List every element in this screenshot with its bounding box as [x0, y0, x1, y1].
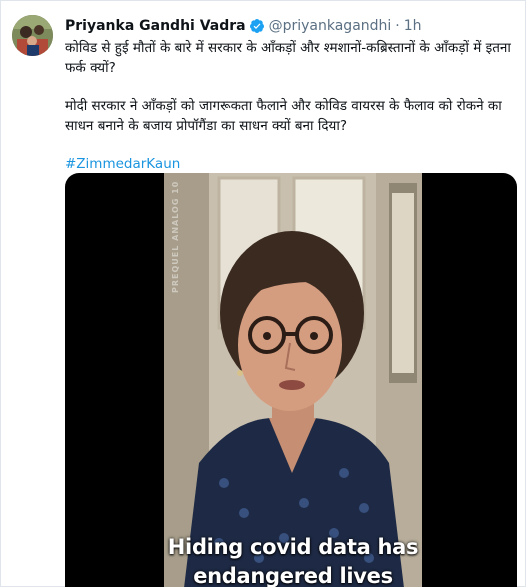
tweet-text: कोविड से हुई मौतों के बारे में सरकार के … [65, 38, 517, 192]
video-caption-line-2: endangered lives [193, 564, 393, 587]
separator-dot: · [395, 18, 400, 34]
timestamp[interactable]: 1h [404, 18, 422, 34]
tweet-paragraph-1: कोविड से हुई मौतों के बारे में सरकार के … [65, 40, 511, 76]
video-caption-line-1: Hiding covid data has [167, 535, 419, 559]
user-name[interactable]: Priyanka Gandhi Vadra [65, 18, 246, 34]
tweet-card[interactable]: Priyanka Gandhi Vadra @priyankagandhi · … [0, 0, 526, 587]
tweet-header: Priyanka Gandhi Vadra @priyankagandhi · … [65, 15, 515, 37]
user-handle[interactable]: @priyankagandhi [269, 18, 392, 34]
verified-badge-icon [249, 18, 265, 34]
hashtag-link[interactable]: #ZimmedarKaun [65, 156, 180, 172]
video-watermark: PREQUEL ANALOG 10 [171, 180, 180, 293]
video-player[interactable]: PREQUEL ANALOG 10 Hiding covid data has … [65, 173, 517, 587]
tweet-paragraph-2: मोदी सरकार ने आँकड़ों को जागरूकता फैलाने… [65, 98, 502, 134]
video-frame [164, 173, 422, 587]
avatar[interactable] [12, 15, 53, 56]
